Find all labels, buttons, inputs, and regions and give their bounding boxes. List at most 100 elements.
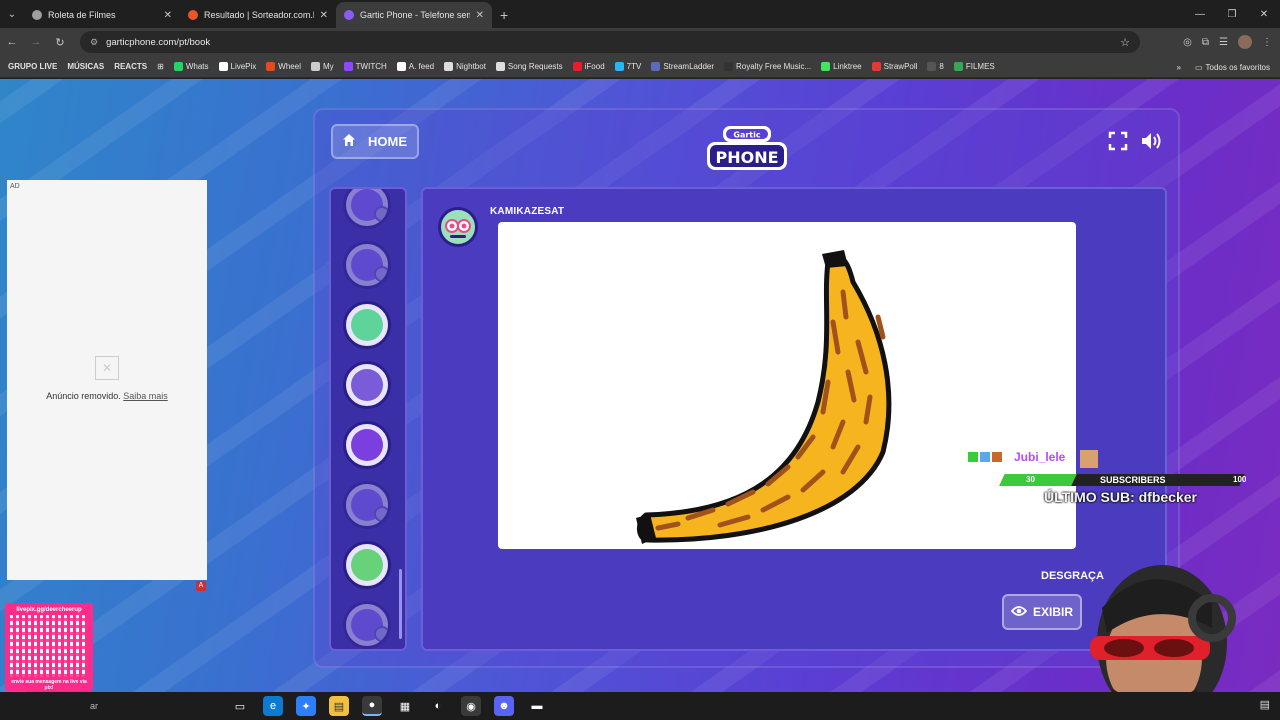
left-player-icon (374, 626, 388, 642)
terminal-icon[interactable]: ▬ (527, 696, 547, 716)
discord-icon[interactable]: ☻ (494, 696, 514, 716)
back-button[interactable]: ← (0, 36, 24, 48)
tab-title: Roleta de Filmes (48, 10, 116, 20)
bookmark-item[interactable]: StreamLadder (651, 62, 714, 71)
bookmark-label: StrawPoll (883, 62, 918, 71)
maximize-button[interactable]: ❐ (1216, 0, 1248, 28)
bookmark-favicon-icon (614, 62, 624, 71)
close-tab-icon[interactable]: ✕ (164, 10, 172, 21)
player-avatar[interactable] (343, 541, 391, 589)
address-bar[interactable]: ⚙ garticphone.com/pt/book ☆ (80, 31, 1140, 53)
reading-list-icon[interactable]: ☰ (1219, 37, 1228, 48)
browser-menu-icon[interactable]: ⋮ (1262, 37, 1272, 48)
bookmark-item[interactable]: A. feed (396, 62, 435, 71)
tab-search-button[interactable]: ⌄ (0, 0, 24, 28)
bookmark-favicon-icon (651, 62, 661, 71)
player-avatar[interactable] (343, 421, 391, 469)
bookmark-item[interactable]: StrawPoll (871, 62, 918, 71)
player-list-scrollbar[interactable] (399, 569, 402, 639)
left-player-icon (374, 266, 388, 282)
bookmark-label: TWITCH (355, 62, 387, 71)
fullscreen-icon[interactable] (1108, 131, 1128, 156)
learn-more-link[interactable]: Saiba mais (123, 391, 168, 401)
obs-icon[interactable]: ◉ (461, 696, 481, 716)
browser-tab[interactable]: Resultado | Sorteador.com.br - ✕ (180, 2, 336, 28)
browser-tab[interactable]: Gartic Phone - Telefone sem fio ✕ (336, 2, 492, 28)
volume-icon[interactable] (1140, 131, 1164, 156)
file-explorer-icon[interactable]: ▤ (329, 696, 349, 716)
new-tab-button[interactable]: + (492, 2, 516, 28)
bookmark-label: Royalty Free Music... (736, 62, 812, 71)
user-emote-icon (1080, 450, 1098, 468)
sub-count: 30 (1026, 475, 1035, 484)
bookmark-favicon-icon (724, 62, 734, 71)
bookmark-favicon-icon (821, 62, 831, 71)
bookmark-star-icon[interactable]: ☆ (1120, 36, 1130, 49)
close-tab-icon[interactable]: ✕ (320, 10, 328, 21)
app-icon[interactable]: ▦ (395, 696, 415, 716)
minimize-button[interactable]: — (1184, 0, 1216, 28)
bookmark-item[interactable]: FILMES (953, 62, 995, 71)
all-bookmarks-folder[interactable]: ▭ Todos os favoritos (1195, 63, 1270, 72)
bookmark-item[interactable]: 7TV (614, 62, 641, 71)
bookmark-favicon-icon (218, 62, 228, 71)
task-view-icon[interactable]: ▭ (230, 696, 250, 716)
copilot-icon[interactable]: ✦ (296, 696, 316, 716)
notification-icon[interactable]: ▤ (1260, 698, 1270, 711)
reload-button[interactable]: ↻ (48, 36, 72, 49)
bookmark-item[interactable]: My (310, 62, 334, 71)
bookmark-label: MÚSICAS (67, 62, 105, 71)
avatar-face (351, 309, 383, 341)
player-avatar[interactable] (343, 361, 391, 409)
player-avatar[interactable] (343, 301, 391, 349)
ad-choices-badge[interactable]: A (196, 581, 206, 591)
player-avatar[interactable] (343, 241, 391, 289)
player-avatar[interactable] (343, 189, 391, 229)
bookmark-item[interactable]: Linktree (821, 62, 862, 71)
more-bookmarks-icon[interactable]: » (1177, 63, 1181, 72)
badge-icon (980, 452, 990, 462)
badge-icons (968, 452, 1002, 462)
bookmark-favicon-icon (953, 62, 963, 71)
avatar-face (351, 549, 383, 581)
home-button[interactable]: HOME (331, 124, 419, 159)
apps-grid-icon[interactable]: ⊞ (157, 62, 164, 71)
bookmark-item[interactable]: Royalty Free Music... (724, 62, 811, 71)
bookmark-label: GRUPO LIVE (8, 62, 58, 71)
latest-sub-user: Jubi_lele (1014, 450, 1066, 464)
bookmark-item[interactable]: iFood (572, 62, 605, 71)
bookmark-label: REACTS (114, 62, 148, 71)
stream-sub-goal-overlay: Jubi_lele 30 SUBSCRIBERS 100 ÚLTIMO SUB:… (968, 450, 1246, 510)
bookmark-item[interactable]: Song Requests (495, 62, 563, 71)
bookmark-item[interactable]: TWITCH (343, 62, 387, 71)
bookmark-item[interactable]: Wheel (266, 62, 301, 71)
extensions-puzzle-icon[interactable]: ⧉ (1202, 37, 1209, 48)
bookmark-item[interactable]: REACTS (114, 62, 147, 71)
bookmark-label: Song Requests (507, 62, 563, 71)
ad-slot: AD ✕ Anúncio removido. Saiba mais (7, 180, 207, 580)
extension-icon[interactable]: ◎ (1183, 37, 1192, 48)
bookmark-item[interactable]: Nightbot (444, 62, 486, 71)
bookmark-item[interactable]: LivePix (218, 62, 256, 71)
bookmark-item[interactable]: Whats (173, 62, 209, 71)
steam-icon[interactable]: ◐ (428, 696, 448, 716)
player-avatar[interactable] (343, 601, 391, 649)
avatar-face (351, 429, 383, 461)
close-tab-icon[interactable]: ✕ (476, 10, 484, 21)
bookmark-label: A. feed (408, 62, 435, 71)
bookmark-item[interactable]: GRUPO LIVE (8, 62, 57, 71)
edge-icon[interactable]: e (263, 696, 283, 716)
taskbar-search[interactable]: ar (30, 696, 220, 716)
sub-goal-fill (999, 474, 1077, 486)
player-avatar[interactable] (343, 481, 391, 529)
close-window-button[interactable]: ✕ (1248, 0, 1280, 28)
qr-caption: envie sua mensagem na live via pix! (11, 679, 87, 691)
tab-favicon (344, 10, 354, 20)
browser-tab[interactable]: Roleta de Filmes ✕ (24, 2, 180, 28)
chrome-icon[interactable]: ● (362, 696, 382, 716)
forward-button[interactable]: → (24, 36, 48, 48)
bookmark-item[interactable]: MÚSICAS (67, 62, 104, 71)
site-info-icon[interactable]: ⚙ (90, 37, 98, 48)
bookmark-item[interactable]: 8 (927, 62, 944, 71)
profile-avatar[interactable] (1238, 35, 1252, 49)
